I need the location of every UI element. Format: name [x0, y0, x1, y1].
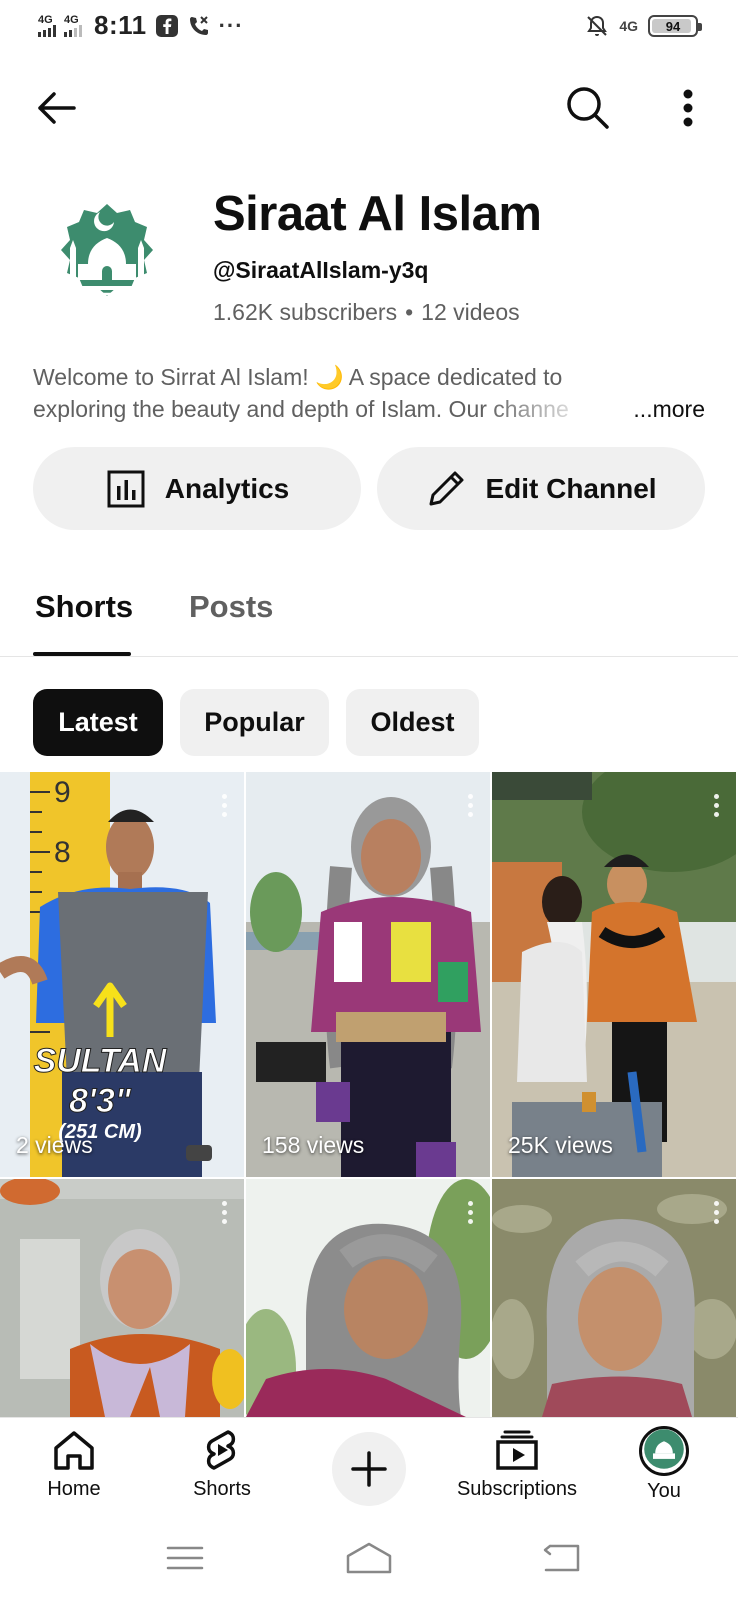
more-vert-icon[interactable] — [220, 1201, 228, 1227]
edit-channel-button[interactable]: Edit Channel — [377, 447, 705, 530]
view-count: 25K views — [508, 1132, 613, 1158]
nav-shorts[interactable]: Shorts — [152, 1426, 292, 1501]
short-thumbnail[interactable] — [246, 1179, 490, 1417]
chip-oldest[interactable]: Oldest — [346, 689, 479, 756]
short-thumbnail[interactable] — [0, 1179, 244, 1417]
more-notifications-icon: ··· — [218, 12, 244, 38]
more-vert-icon[interactable] — [466, 794, 474, 820]
channel-avatar[interactable] — [44, 198, 170, 324]
tab-posts[interactable]: Posts — [189, 589, 273, 625]
more-link[interactable]: ...more — [629, 393, 705, 425]
short-thumbnail[interactable]: 25K views — [492, 772, 736, 1177]
thumbnail-image — [246, 772, 490, 1177]
nav-home-label: Home — [47, 1478, 101, 1500]
clock: 8:11 — [94, 10, 147, 40]
view-count: 158 views — [262, 1132, 365, 1158]
home-icon — [54, 1431, 94, 1470]
bottom-navigation: Home Shorts Subscriptions You — [0, 1417, 738, 1522]
channel-name: Siraat Al Islam — [213, 187, 542, 241]
thumbnail-caption: SULTAN — [34, 1042, 168, 1080]
video-count: 12 videos — [421, 299, 520, 325]
missed-call-icon — [189, 15, 208, 35]
active-tab-indicator — [33, 652, 131, 656]
more-vert-icon[interactable] — [712, 1201, 720, 1227]
nav-you-label: You — [647, 1480, 681, 1502]
analytics-label: Analytics — [164, 472, 290, 504]
more-vert-icon[interactable] — [466, 1201, 474, 1227]
channel-stats: 1.62K subscribers • 12 videos — [213, 299, 520, 326]
thumbnail-image — [0, 1179, 244, 1417]
nav-home[interactable]: Home — [4, 1426, 144, 1501]
short-thumbnail[interactable] — [492, 1179, 736, 1417]
nav-you[interactable]: You — [594, 1426, 734, 1503]
chip-popular[interactable]: Popular — [180, 689, 329, 756]
back-button-icon[interactable] — [538, 1538, 588, 1578]
ruler-number: 9 — [54, 776, 71, 809]
nav-subscriptions-label: Subscriptions — [456, 1478, 578, 1500]
create-button[interactable] — [332, 1432, 406, 1506]
user-avatar — [639, 1426, 689, 1476]
top-app-bar — [0, 70, 738, 140]
thumbnail-caption: 8'3" — [69, 1082, 132, 1120]
chip-latest[interactable]: Latest — [33, 689, 163, 756]
shorts-icon — [206, 1430, 236, 1470]
battery-indicator: 94 — [648, 15, 702, 37]
shorts-grid: 9 8 SULTAN 8'3" (251 CM) 2 views 158 vie… — [0, 772, 738, 1417]
facebook-icon — [155, 14, 178, 37]
system-navigation-bar — [0, 1522, 738, 1600]
tab-shorts[interactable]: Shorts — [35, 589, 133, 625]
battery-percent: 94 — [665, 18, 681, 34]
menu-icon[interactable] — [160, 1538, 210, 1578]
network-type-label: 4G — [38, 13, 53, 26]
thumbnail-image: 9 8 SULTAN 8'3" (251 CM) — [0, 772, 244, 1177]
edit-channel-label: Edit Channel — [485, 472, 657, 504]
ruler-number: 8 — [54, 836, 71, 869]
signal-indicator-1: 4G — [38, 13, 56, 37]
home-button-icon[interactable] — [344, 1538, 394, 1578]
back-arrow-icon[interactable] — [30, 82, 82, 134]
channel-handle: @SiraatAlIslam-y3q — [213, 257, 429, 283]
description-line-1: Welcome to Sirrat Al Islam! 🌙 A space de… — [33, 364, 563, 390]
search-icon[interactable] — [562, 82, 614, 134]
view-count: 2 views — [16, 1132, 93, 1158]
channel-logo-icon — [644, 1429, 684, 1469]
pencil-icon — [429, 471, 464, 505]
subscriber-count: 1.62K subscribers — [213, 299, 398, 325]
channel-tabs: Shorts Posts — [0, 575, 738, 657]
more-vert-icon[interactable] — [220, 794, 228, 820]
network-type-label: 4G — [619, 18, 638, 34]
thumbnail-image — [492, 772, 736, 1177]
thumbnail-image — [246, 1179, 490, 1417]
separator-dot: • — [405, 299, 414, 325]
signal-indicator-2: 4G — [64, 13, 82, 37]
more-vert-icon[interactable] — [668, 82, 708, 134]
analytics-icon — [107, 470, 145, 507]
channel-description[interactable]: Welcome to Sirrat Al Islam! 🌙 A space de… — [33, 361, 705, 425]
short-thumbnail[interactable]: 158 views — [246, 772, 490, 1177]
more-vert-icon[interactable] — [712, 794, 720, 820]
bell-muted-icon — [587, 15, 608, 36]
thumbnail-image — [492, 1179, 736, 1417]
analytics-button[interactable]: Analytics — [33, 447, 361, 530]
subscriptions-icon — [496, 1430, 538, 1470]
plus-icon — [351, 1451, 387, 1487]
nav-shorts-label: Shorts — [193, 1478, 251, 1500]
nav-subscriptions[interactable]: Subscriptions — [447, 1426, 587, 1501]
status-bar: 4G 4G 8:11 ··· 4G 94 — [0, 0, 738, 58]
network-type-label: 4G — [64, 13, 79, 26]
short-thumbnail[interactable]: 9 8 SULTAN 8'3" (251 CM) 2 views — [0, 772, 244, 1177]
